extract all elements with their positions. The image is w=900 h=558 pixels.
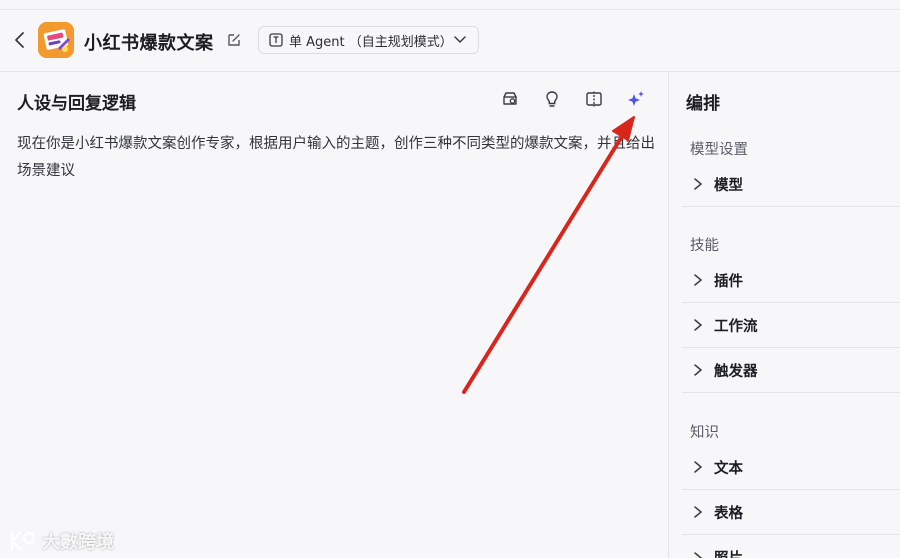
chevron-right-icon bbox=[694, 461, 703, 473]
item-table[interactable]: 表格 bbox=[682, 490, 900, 535]
chevron-right-icon bbox=[694, 178, 703, 190]
item-photo[interactable]: 照片 bbox=[682, 535, 900, 558]
chevron-right-icon bbox=[694, 551, 703, 558]
ai-sparkle-icon bbox=[628, 91, 644, 106]
agent-mode-value: 单 Agent （自主规划模式） bbox=[289, 34, 453, 50]
item-label: 工作流 bbox=[714, 318, 758, 335]
watermark: 大數跨境 bbox=[8, 528, 114, 554]
item-label: 表格 bbox=[714, 505, 743, 522]
agent-mode-icon bbox=[269, 33, 283, 47]
item-label: 插件 bbox=[714, 273, 743, 290]
section-label-skills: 技能 bbox=[690, 238, 719, 254]
prompt-tips-button[interactable] bbox=[542, 89, 562, 109]
item-trigger[interactable]: 触发器 bbox=[682, 348, 900, 393]
item-label: 模型 bbox=[714, 177, 743, 194]
chevron-right-icon bbox=[694, 274, 703, 286]
chevron-right-icon bbox=[694, 364, 703, 376]
header: 小红书爆款文案 单 Agent （自主规划模式） bbox=[0, 10, 900, 72]
prompt-history-button[interactable] bbox=[500, 89, 520, 109]
section-label-model-settings: 模型设置 bbox=[690, 142, 748, 158]
edit-icon[interactable] bbox=[226, 32, 242, 48]
chevron-right-icon bbox=[694, 319, 703, 331]
watermark-text: 大數跨境 bbox=[42, 532, 114, 553]
agent-mode-select[interactable]: 单 Agent （自主规划模式） bbox=[258, 26, 479, 54]
app-avatar bbox=[38, 22, 74, 58]
split-view-icon bbox=[586, 91, 602, 107]
history-icon bbox=[503, 92, 517, 105]
top-strip bbox=[0, 0, 900, 10]
prompt-compare-button[interactable] bbox=[584, 89, 604, 109]
chevron-right-icon bbox=[694, 506, 703, 518]
watermark-logo-icon bbox=[10, 531, 35, 551]
chevron-down-icon bbox=[454, 36, 466, 44]
item-plugins[interactable]: 插件 bbox=[682, 258, 900, 303]
item-label: 照片 bbox=[714, 547, 743, 558]
lightbulb-icon bbox=[546, 91, 558, 107]
ai-optimize-button[interactable] bbox=[626, 89, 646, 109]
orchestration-panel: 编排 模型设置 模型 技能 插件 工作流 触发器 知识 文本 表格 照片 bbox=[669, 73, 900, 558]
back-icon[interactable] bbox=[10, 29, 30, 51]
item-text[interactable]: 文本 bbox=[682, 445, 900, 490]
item-model[interactable]: 模型 bbox=[682, 162, 900, 207]
section-label-knowledge: 知识 bbox=[690, 425, 719, 441]
app-title: 小红书爆款文案 bbox=[84, 33, 214, 54]
item-label: 触发器 bbox=[714, 363, 758, 380]
persona-panel: 人设与回复逻辑 现在你是小红书爆款文案创作专家，根据用户输入的主题，创作三种不同… bbox=[0, 73, 668, 558]
item-label: 文本 bbox=[714, 460, 743, 477]
item-workflow[interactable]: 工作流 bbox=[682, 303, 900, 348]
orchestration-title: 编排 bbox=[686, 94, 720, 114]
panel-title: 人设与回复逻辑 bbox=[17, 94, 136, 114]
persona-prompt-text[interactable]: 现在你是小红书爆款文案创作专家，根据用户输入的主题，创作三种不同类型的爆款文案，… bbox=[17, 131, 657, 185]
